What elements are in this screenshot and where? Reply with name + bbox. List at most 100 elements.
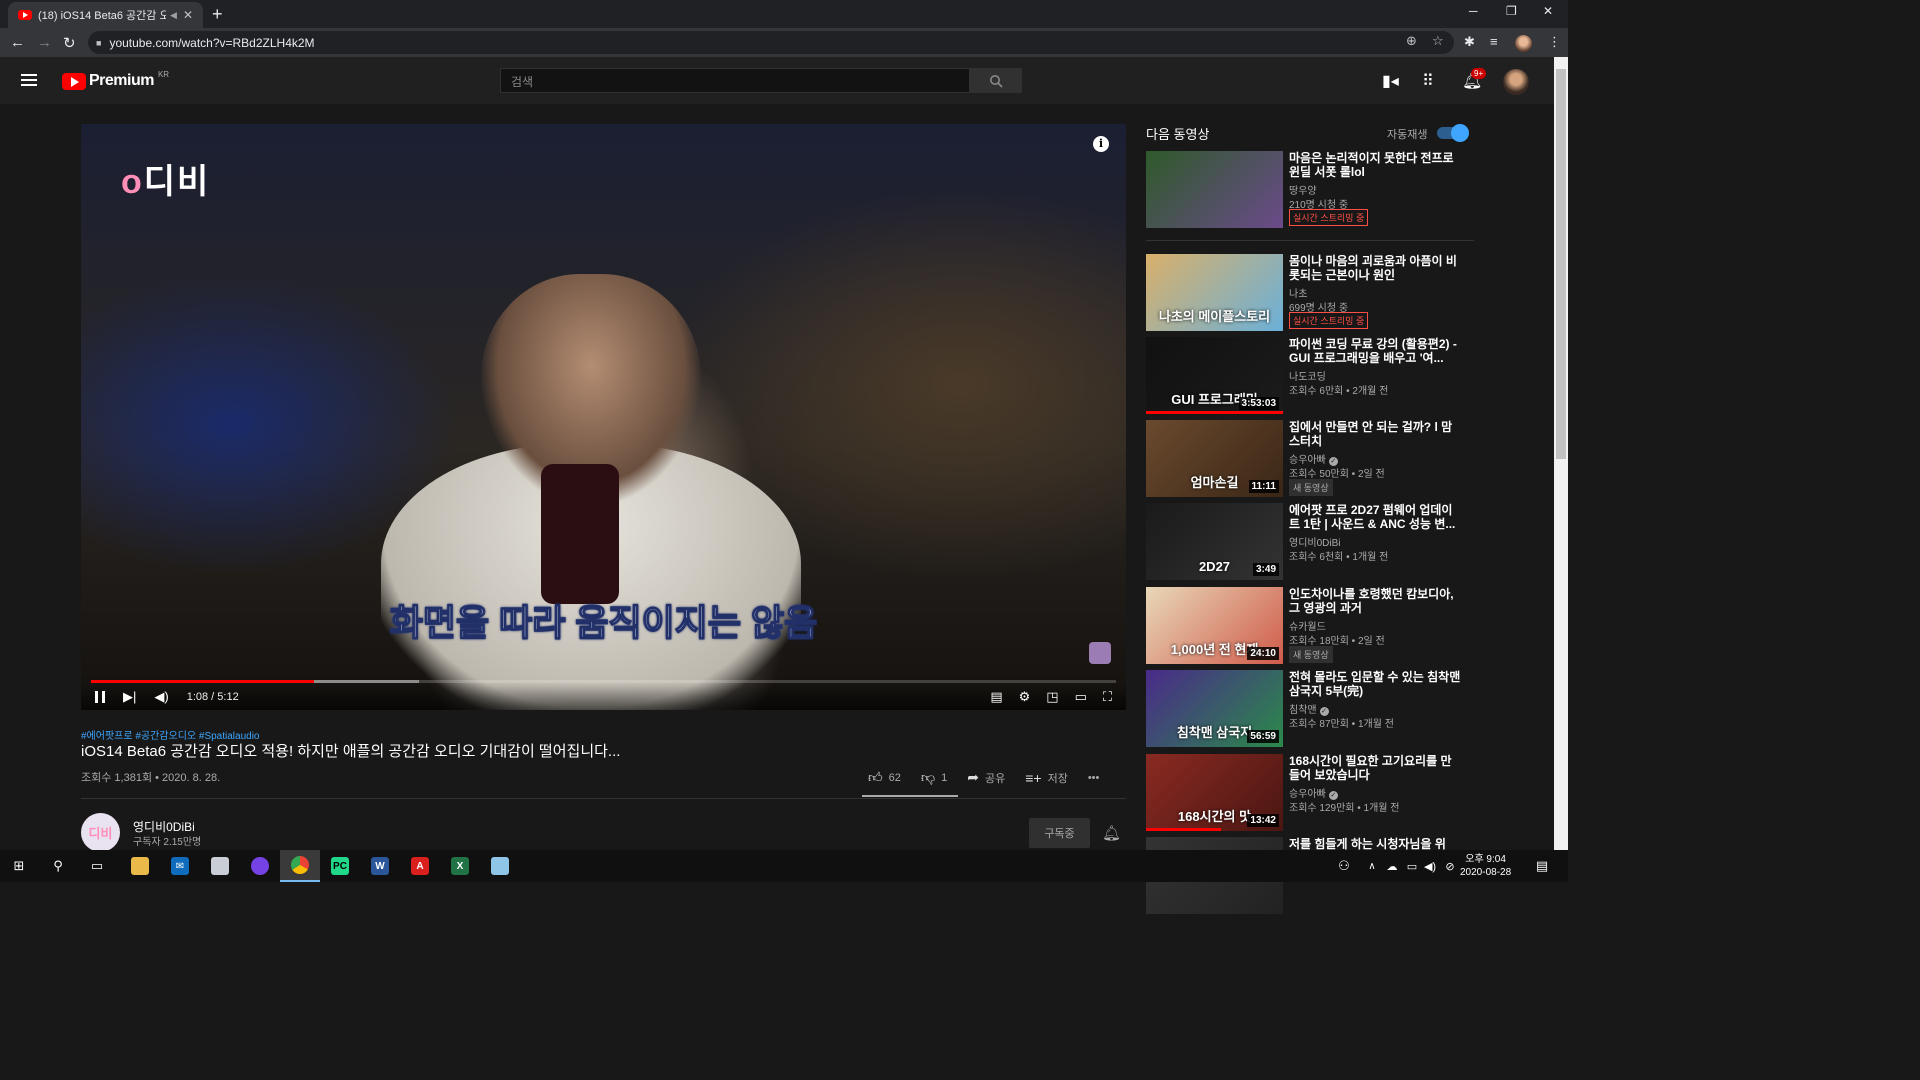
ime-icon[interactable]: ⊘ [1440, 856, 1460, 876]
restore-button[interactable]: ❐ [1506, 4, 1517, 18]
video-thumbnail[interactable]: 엄마손길 11:11 [1146, 420, 1283, 497]
info-icon[interactable]: i [1093, 136, 1109, 152]
windows-start-icon[interactable]: ⊞ [9, 856, 29, 876]
recommended-video[interactable]: 1,000년 전 현재 24:10 인도차이나를 호령했던 캄보디아, 그 영광의 … [1146, 587, 1466, 665]
recommended-video[interactable]: 마음은 논리적이지 못한다 전프로윈딜 서폿 롤lol 땅우양 210명 시청 중실… [1146, 151, 1466, 229]
forward-arrow-icon[interactable]: → [37, 34, 52, 51]
window-close-button[interactable]: ✕ [1543, 4, 1553, 18]
video-thumbnail[interactable]: 1,000년 전 현재 24:10 [1146, 587, 1283, 664]
recommended-title[interactable]: 몸이나 마음의 괴로움과 아픔이 비롯되는 근본이나 원인 [1289, 254, 1461, 282]
network-icon[interactable]: ▭ [1402, 856, 1422, 876]
hamburger-menu-icon[interactable] [21, 74, 37, 86]
chrome-menu-icon[interactable]: ⋮ [1548, 34, 1561, 50]
recommended-title[interactable]: 마음은 논리적이지 못한다 전프로윈딜 서폿 롤lol [1289, 151, 1461, 179]
recommended-channel[interactable]: 영디비0DiBi [1289, 534, 1341, 549]
progress-bar[interactable] [91, 680, 1116, 683]
speaker-tray-icon[interactable]: ◀) [1420, 856, 1440, 876]
autoplay-toggle[interactable] [1437, 124, 1469, 142]
browser-tab[interactable]: (18) iOS14 Beta6 공간감 오디 ◀ ✕ [8, 2, 203, 28]
share-button[interactable]: ➦ 공유 [967, 769, 1005, 786]
settings-gear-icon[interactable]: ⚙ [1019, 689, 1031, 705]
video-thumbnail[interactable]: GUI 프로그래밍 3:53:03 [1146, 337, 1283, 414]
clock[interactable]: 오후 9:04 2020-08-28 [1460, 853, 1511, 879]
recommended-video[interactable]: 엄마손길 11:11 집에서 만들면 안 되는 걸까? l 맘스터치 승우아빠 ✓ 조회수… [1146, 420, 1466, 498]
subscribed-button[interactable]: 구독중 [1029, 818, 1090, 848]
video-thumbnail[interactable]: 나초의 메이플스토리 [1146, 254, 1283, 331]
video-thumbnail[interactable]: 168시간의 맛 13:42 [1146, 754, 1283, 831]
speaker-icon[interactable]: ◀ [170, 10, 177, 21]
install-app-icon[interactable]: ⊕ [1406, 33, 1417, 49]
channel-avatar[interactable]: 디비 [81, 813, 120, 852]
back-arrow-icon[interactable]: ← [10, 34, 25, 51]
recommended-channel[interactable]: 나초 [1289, 285, 1307, 300]
paint-icon[interactable] [200, 850, 240, 882]
captions-icon[interactable]: ▤ [990, 689, 1002, 705]
recommended-channel[interactable]: 나도코딩 [1289, 368, 1326, 383]
like-button[interactable]: 👍︎ 62 [868, 769, 901, 786]
save-button[interactable]: ≡+ 저장 [1025, 769, 1068, 786]
firefox-icon[interactable] [240, 850, 280, 882]
recommended-title[interactable]: 파이썬 코딩 무료 강의 (활용편2) - GUI 프로그래밍을 배우고 '여.… [1289, 337, 1461, 365]
recommended-title[interactable]: 저를 힘들게 하는 시청자님을 위 [1289, 837, 1461, 851]
video-thumbnail[interactable]: 침착맨 삼국지 56:59 [1146, 670, 1283, 747]
reload-icon[interactable]: ↻ [63, 34, 76, 52]
search-input[interactable]: 검색 [500, 68, 970, 93]
video-thumbnail[interactable] [1146, 151, 1283, 228]
people-icon[interactable]: ⚇ [1334, 856, 1354, 876]
word-icon[interactable]: W [360, 850, 400, 882]
minimize-button[interactable]: ─ [1469, 4, 1478, 18]
page-scrollbar[interactable] [1554, 57, 1568, 850]
search-icon[interactable]: ⚲ [48, 856, 68, 876]
task-view-icon[interactable]: ▭ [87, 856, 107, 876]
bookmark-star-icon[interactable]: ☆ [1432, 33, 1444, 49]
recommended-title[interactable]: 인도차이나를 호령했던 캄보디아, 그 영광의 과거 [1289, 587, 1461, 615]
excel-icon[interactable]: X [440, 850, 480, 882]
channel-bell-icon[interactable]: 🔔︎ [1102, 824, 1121, 842]
action-center-icon[interactable]: ▤ [1532, 856, 1552, 876]
media-queue-icon[interactable]: ≡ [1490, 34, 1498, 49]
recommended-title[interactable]: 에어팟 프로 2D27 펌웨어 업데이트 1탄 | 사운드 & ANC 성능 변… [1289, 503, 1461, 531]
more-actions-button[interactable]: ••• [1088, 769, 1100, 786]
acrobat-icon[interactable]: A [400, 850, 440, 882]
mail-icon[interactable]: ✉ [160, 850, 200, 882]
recommended-video[interactable]: GUI 프로그래밍 3:53:03 파이썬 코딩 무료 강의 (활용편2) - GU… [1146, 337, 1466, 415]
branding-icon[interactable] [1089, 642, 1111, 664]
notepad-icon[interactable] [480, 850, 520, 882]
recommended-title[interactable]: 전혀 몰라도 입문할 수 있는 침착맨 삼국지 5부(完) [1289, 670, 1461, 698]
address-bar[interactable]: ■ youtube.com/watch?v=RBd2ZLH4k2M [88, 31, 1454, 54]
recommended-title[interactable]: 168시간이 필요한 고기요리를 만들어 보았습니다 [1289, 754, 1461, 782]
recommended-channel[interactable]: 침착맨 ✓ [1289, 701, 1329, 716]
fullscreen-icon[interactable]: ⛶ [1103, 689, 1112, 705]
extensions-icon[interactable]: ✱ [1464, 34, 1475, 50]
apps-grid-icon[interactable]: ⠿ [1422, 71, 1434, 91]
chrome-icon[interactable] [280, 850, 320, 882]
recommended-video[interactable]: 침착맨 삼국지 56:59 전혀 몰라도 입문할 수 있는 침착맨 삼국지 5부(完… [1146, 670, 1466, 748]
dislike-button[interactable]: 👎︎ 1 [921, 769, 947, 786]
onedrive-icon[interactable]: ☁ [1382, 856, 1402, 876]
tray-chevron-icon[interactable]: ∧ [1362, 856, 1382, 876]
recommended-video[interactable]: 나초의 메이플스토리 몸이나 마음의 괴로움과 아픔이 비롯되는 근본이나 원인나… [1146, 254, 1466, 332]
recommended-channel[interactable]: 슈카월드 [1289, 618, 1326, 633]
video-player[interactable]: o디비 i 화면을 따라 움직이지는 않음 ▶| ◀) 1:08 / 5:12 … [81, 124, 1126, 710]
create-video-icon[interactable]: ▮◂ [1382, 71, 1399, 91]
profile-avatar[interactable] [1515, 35, 1532, 52]
new-tab-button[interactable]: + [212, 4, 223, 25]
recommended-channel[interactable]: 승우아빠 ✓ [1289, 451, 1338, 466]
pycharm-icon[interactable]: PC [320, 850, 360, 882]
pause-icon[interactable] [95, 691, 105, 703]
account-avatar[interactable] [1503, 69, 1529, 95]
video-thumbnail[interactable]: 2D27 3:49 [1146, 503, 1283, 580]
file-explorer-icon[interactable] [120, 850, 160, 882]
recommended-channel[interactable]: 땅우양 [1289, 182, 1317, 197]
youtube-logo[interactable]: Premium KR [62, 70, 169, 90]
recommended-video[interactable]: 2D27 3:49 에어팟 프로 2D27 펌웨어 업데이트 1탄 | 사운드 & … [1146, 503, 1466, 581]
recommended-video[interactable]: 168시간의 맛 13:42 168시간이 필요한 고기요리를 만들어 보았습니다 승… [1146, 754, 1466, 832]
theater-mode-icon[interactable]: ▭ [1075, 689, 1087, 705]
miniplayer-icon[interactable]: ◳ [1046, 689, 1058, 705]
volume-icon[interactable]: ◀) [154, 689, 168, 705]
recommended-title[interactable]: 집에서 만들면 안 되는 걸까? l 맘스터치 [1289, 420, 1461, 448]
search-button[interactable] [969, 68, 1022, 93]
scrollbar-thumb[interactable] [1556, 69, 1566, 459]
tab-close-button[interactable]: ✕ [183, 8, 193, 22]
next-icon[interactable]: ▶| [123, 689, 136, 705]
